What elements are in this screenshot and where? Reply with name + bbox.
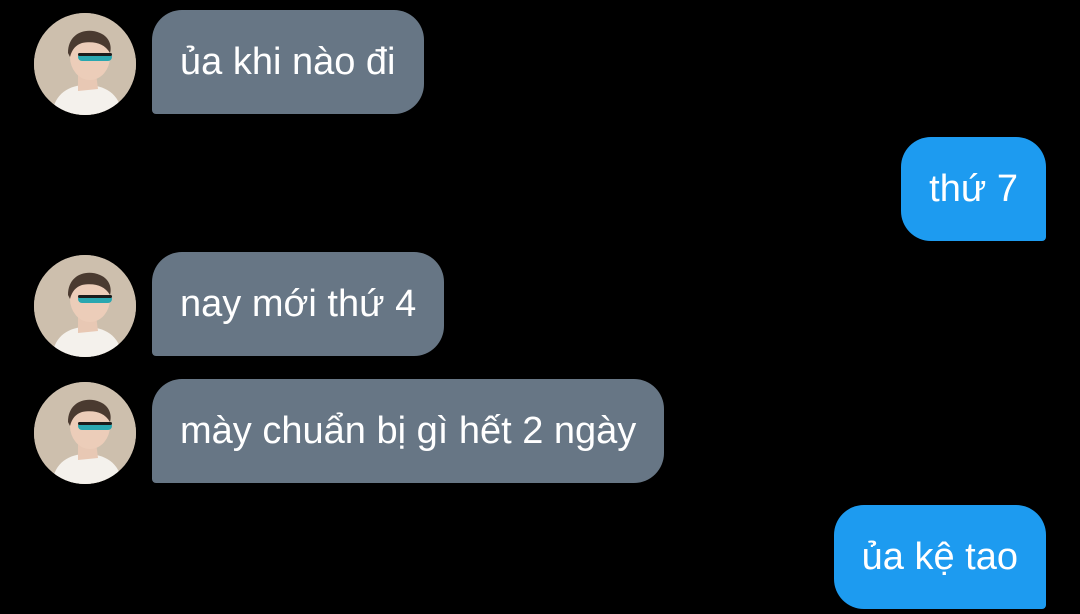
message-row-outgoing: ủa kệ tao [0,505,1080,609]
message-row-incoming: ủa khi nào đi [0,10,1080,115]
message-bubble-incoming[interactable]: ủa khi nào đi [152,10,424,114]
message-bubble-incoming[interactable]: mày chuẩn bị gì hết 2 ngày [152,379,665,483]
contact-avatar[interactable] [34,13,136,115]
message-row-incoming: mày chuẩn bị gì hết 2 ngày [0,379,1080,484]
message-bubble-outgoing[interactable]: ủa kệ tao [833,505,1046,609]
message-text: ủa khi nào đi [180,41,396,83]
message-text: nay mới thứ 4 [180,283,417,325]
avatar-person-sunglasses-icon [34,255,136,357]
contact-avatar[interactable] [34,382,136,484]
message-text: ủa kệ tao [861,536,1018,578]
contact-avatar[interactable] [34,255,136,357]
message-bubble-outgoing[interactable]: thứ 7 [901,137,1046,241]
message-bubble-incoming[interactable]: nay mới thứ 4 [152,252,445,356]
avatar-person-sunglasses-icon [34,382,136,484]
message-row-incoming: nay mới thứ 4 [0,252,1080,357]
message-thread: ủa khi nào đi thứ 7 nay mới thứ 4 mày ch… [0,0,1080,614]
message-row-outgoing: thứ 7 [0,137,1080,241]
message-text: mày chuẩn bị gì hết 2 ngày [180,410,637,452]
avatar-person-sunglasses-icon [34,13,136,115]
message-text: thứ 7 [929,168,1018,210]
